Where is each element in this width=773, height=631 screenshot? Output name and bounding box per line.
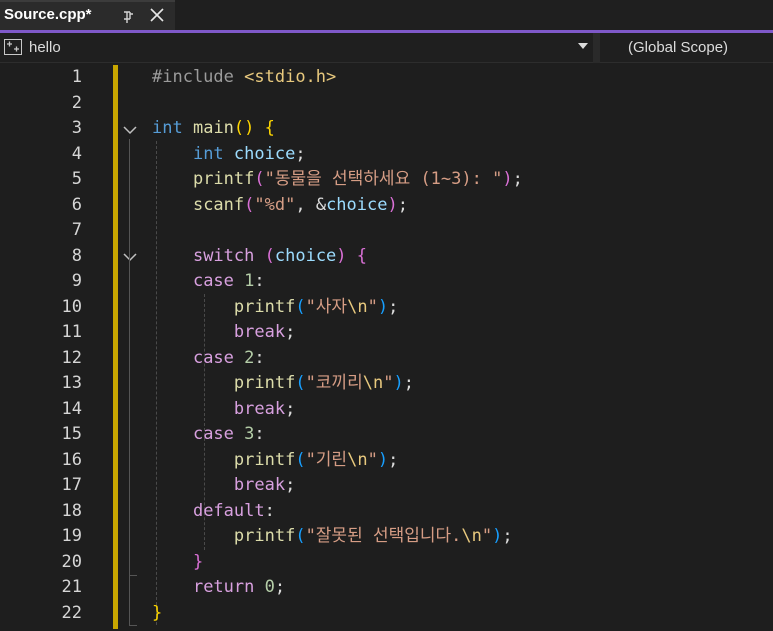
chevron-down-icon[interactable] <box>578 43 588 51</box>
fold-outline-end <box>129 575 137 576</box>
line-number: 15 <box>61 424 82 444</box>
code-line-4: int choice; <box>192 143 306 164</box>
code-line-13: printf("코끼리\n"); <box>233 373 414 393</box>
project-dropdown-label[interactable]: hello <box>29 39 61 56</box>
change-indicator-bar <box>113 65 118 629</box>
code-line-5: printf("동물을 선택하세요 (1~3): "); <box>192 169 523 189</box>
code-editor[interactable]: 1 2 3 4 5 6 7 8 9 10 11 12 13 14 15 16 1… <box>0 63 773 631</box>
line-number: 3 <box>71 118 82 138</box>
line-number: 13 <box>61 373 82 393</box>
code-line-17: break; <box>233 475 296 495</box>
line-number: 12 <box>61 347 82 368</box>
project-icon <box>4 39 22 55</box>
pin-icon[interactable] <box>120 8 136 24</box>
fold-chevron-down-icon[interactable] <box>122 125 138 135</box>
line-number: 11 <box>61 322 82 342</box>
line-number: 8 <box>71 245 82 266</box>
line-number: 19 <box>61 526 82 546</box>
scope-dropdown-label[interactable]: (Global Scope) <box>628 39 728 56</box>
line-number: 21 <box>61 577 82 597</box>
code-line-10: printf("사자\n"); <box>233 296 399 317</box>
code-line-15: case 3: <box>192 424 265 444</box>
fold-chevron-down-icon[interactable] <box>122 252 138 262</box>
code-line-12: case 2: <box>192 347 265 368</box>
code-line-20: } <box>192 551 204 572</box>
code-line-11: break; <box>233 322 296 342</box>
code-line-9: case 1: <box>192 271 265 291</box>
line-number: 18 <box>61 500 82 521</box>
code-line-22: } <box>152 602 163 623</box>
fold-outline-end <box>129 625 137 626</box>
code-line-21: return 0; <box>192 577 286 597</box>
code-line-8: switch (choice) { <box>192 245 368 266</box>
line-number: 7 <box>71 220 82 240</box>
line-number: 16 <box>61 449 82 470</box>
line-number: 17 <box>61 475 82 495</box>
line-number: 20 <box>61 551 82 572</box>
line-number: 9 <box>71 271 82 291</box>
line-number: 10 <box>61 296 82 317</box>
line-number: 5 <box>71 169 82 189</box>
tab-source-cpp[interactable]: Source.cpp* <box>0 0 175 30</box>
code-line-19: printf("잘못된 선택입니다.\n"); <box>233 526 513 546</box>
code-line-18: default: <box>192 500 275 521</box>
line-number: 4 <box>71 143 82 164</box>
fold-outline-line <box>129 139 130 625</box>
line-number: 2 <box>71 92 82 113</box>
code-line-3: int main() { <box>152 118 275 138</box>
code-line-14: break; <box>233 398 296 419</box>
line-number: 1 <box>71 67 82 87</box>
code-line-1: #include <stdio.h> <box>152 67 337 87</box>
line-number: 14 <box>61 398 82 419</box>
close-icon[interactable] <box>149 7 165 23</box>
navbar-separator <box>593 33 600 63</box>
code-line-16: printf("기린\n"); <box>233 449 399 470</box>
document-tab-bar: Source.cpp* <box>0 0 773 30</box>
code-line-6: scanf("%d", &choice); <box>192 194 408 215</box>
tab-title: Source.cpp* <box>4 6 92 23</box>
line-number: 22 <box>61 602 82 623</box>
line-number: 6 <box>71 194 82 215</box>
